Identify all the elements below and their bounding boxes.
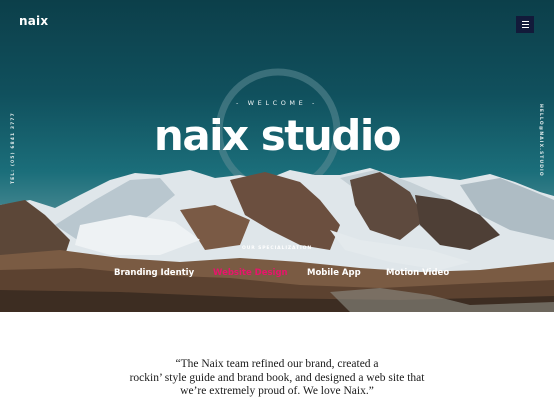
testimonial-quote: “The Naix team refined our brand, create… <box>100 358 454 399</box>
hero-title: naix studio <box>153 111 402 160</box>
welcome-label: - WELCOME - <box>236 99 318 107</box>
service-branding-identity[interactable]: Branding Identiy <box>114 268 194 278</box>
site-logo[interactable]: naix <box>19 14 48 28</box>
service-mobile-app[interactable]: Mobile App <box>307 268 361 278</box>
testimonial-line: rockin’ style guide and brand book, and … <box>129 371 425 384</box>
testimonial-line: “The Naix team refined our brand, create… <box>175 358 379 370</box>
side-phone[interactable]: TEL: (05) 6841 3777 <box>11 108 21 188</box>
menu-line <box>521 24 529 25</box>
service-website-design[interactable]: Website Design <box>213 268 288 278</box>
menu-line <box>521 27 529 28</box>
service-motion-video[interactable]: Motion Video <box>386 268 449 278</box>
services-nav: Branding Identiy Website Design Mobile A… <box>0 268 554 282</box>
menu-line <box>521 21 529 22</box>
hero-section: naix TEL: (05) 6841 3777 HELLO@NAIX.STUD… <box>0 0 554 312</box>
hamburger-menu-icon[interactable] <box>516 16 534 33</box>
side-email[interactable]: HELLO@NAIX.STUDIO <box>533 104 543 177</box>
specialization-label: OUR SPECIALIZATION <box>241 246 313 251</box>
testimonial-line: we’re extremely proud of. We love Naix.” <box>180 385 374 397</box>
